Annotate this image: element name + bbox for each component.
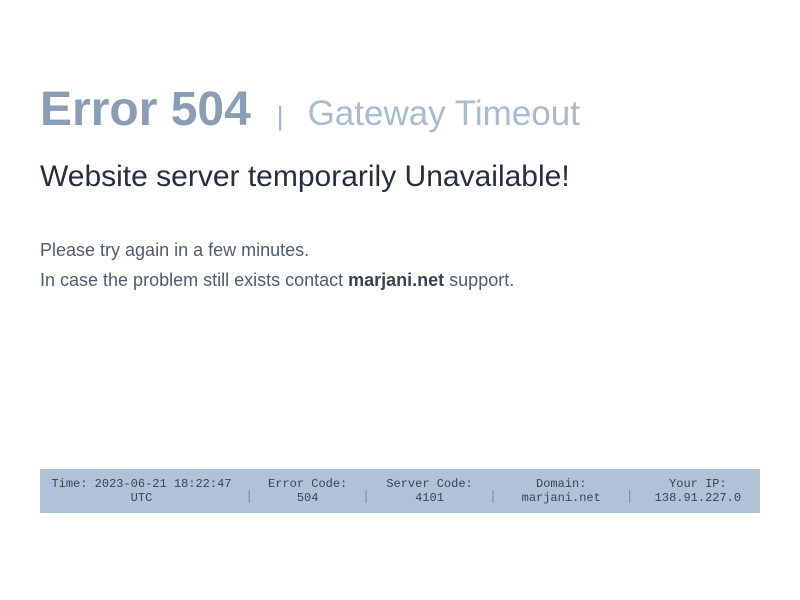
info-divider: | [244, 489, 254, 505]
retry-message: Please try again in a few minutes. [40, 240, 310, 260]
info-time-timezone: UTC [130, 491, 153, 505]
page-subtitle: Website server temporarily Unavailable! [40, 160, 570, 193]
info-error-code-label: Error Code: [268, 477, 348, 491]
info-ip: Your IP: 138.91.227.0 [636, 477, 760, 505]
info-domain-value: marjani.net [521, 491, 601, 505]
error-code-title: Error 504 [40, 83, 251, 136]
info-time: Time: 2023-06-21 18:22:47 UTC [40, 477, 243, 505]
info-server-code-value: 4101 [415, 491, 444, 505]
contact-message: In case the problem still exists contact… [40, 270, 514, 291]
brand-name: marjani.net [348, 270, 445, 290]
error-info-bar: Time: 2023-06-21 18:22:47 UTC | Error Co… [40, 469, 760, 513]
info-divider: | [488, 489, 498, 505]
info-error-code-value: 504 [296, 491, 319, 505]
info-server-code-label: Server Code: [386, 477, 473, 491]
info-ip-label: Your IP: [669, 477, 727, 491]
error-description: Gateway Timeout [307, 94, 580, 133]
error-headline: Error 504 | Gateway Timeout [40, 82, 580, 137]
info-domain-label: Domain: [536, 477, 587, 491]
info-ip-value: 138.91.227.0 [654, 491, 742, 505]
error-page: Error 504 | Gateway Timeout Website serv… [0, 0, 800, 600]
info-error-code: Error Code: 504 [255, 477, 360, 505]
contact-message-suffix: support. [444, 270, 515, 290]
info-server-code: Server Code: 4101 [372, 477, 486, 505]
contact-message-prefix: In case the problem still exists contact [40, 270, 349, 290]
info-divider: | [625, 489, 634, 505]
info-divider: | [361, 489, 371, 505]
info-domain: Domain: marjani.net [499, 477, 623, 505]
info-time-label: Time: 2023-06-21 18:22:47 [51, 477, 232, 491]
headline-separator: | [276, 101, 284, 131]
